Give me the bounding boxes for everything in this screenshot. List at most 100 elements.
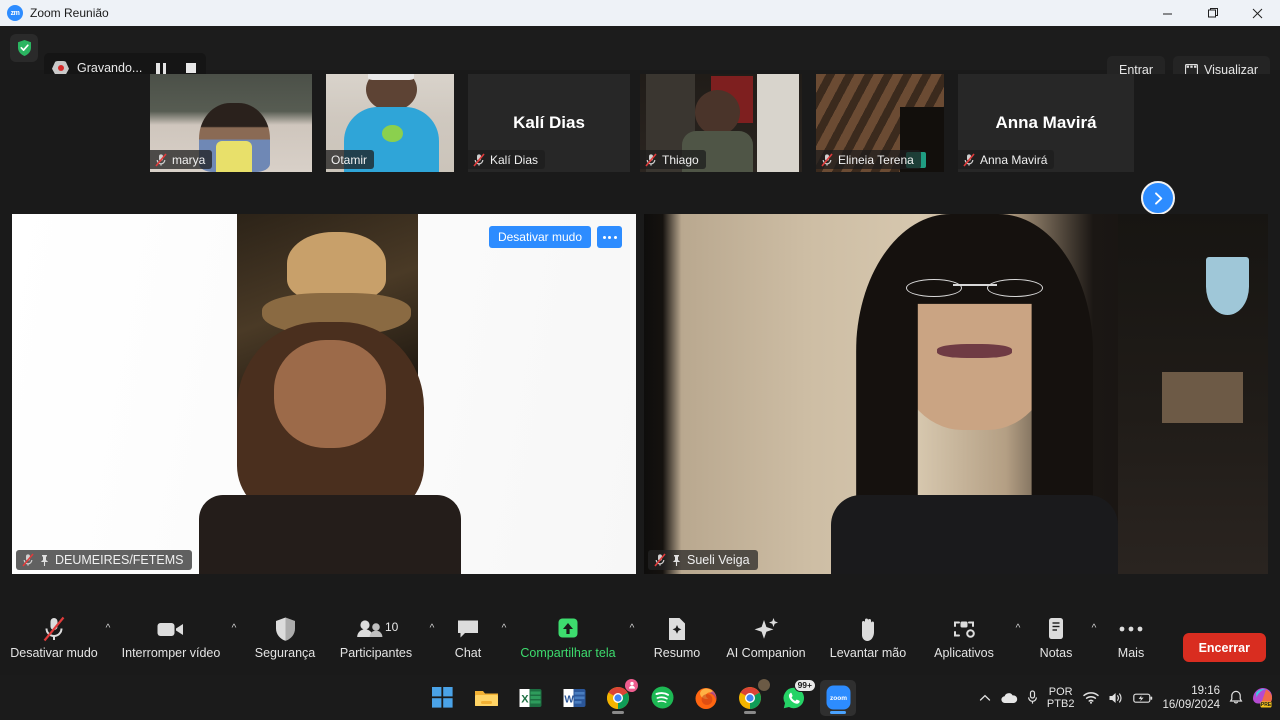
participants-options-chevron-icon[interactable]: ^ <box>424 623 440 634</box>
zoom-logo-icon: zm <box>7 5 23 21</box>
thumbnail-anna-mavira[interactable]: Anna Mavirá Anna Mavirá <box>958 74 1134 172</box>
clock[interactable]: 19:16 16/09/2024 <box>1162 684 1220 712</box>
toolbar-raise-hand-button[interactable]: Levantar mão <box>818 611 918 660</box>
thumbnail-nametag: Kalí Dias <box>468 150 546 169</box>
stage-name: Sueli Veiga <box>687 553 750 567</box>
toolbar-notes-button[interactable]: Notas <box>1026 611 1086 660</box>
close-icon[interactable] <box>1235 0 1280 26</box>
thumbnail-elineia-terena[interactable]: Elineia Terena <box>816 74 944 172</box>
apps-options-chevron-icon[interactable]: ^ <box>1010 623 1026 634</box>
notes-options-chevron-icon[interactable]: ^ <box>1086 623 1102 634</box>
thumbnail-kali-dias[interactable]: Kalí Dias Kalí Dias <box>468 74 630 172</box>
clock-date: 16/09/2024 <box>1162 698 1220 711</box>
toolbar-participants-button[interactable]: 10 Participantes <box>328 611 424 660</box>
thumbnail-nametag: marya <box>150 150 213 169</box>
language-indicator[interactable]: POR PTB2 <box>1047 686 1075 710</box>
toolbar-apps-button[interactable]: Aplicativos <box>918 611 1010 660</box>
toolbar-video-button[interactable]: Interromper vídeo <box>116 611 226 660</box>
end-meeting-button[interactable]: Encerrar <box>1182 633 1266 662</box>
toolbar-ai-companion-button[interactable]: AI Companion <box>714 611 818 660</box>
pin-icon <box>671 554 682 567</box>
toolbar-label: Resumo <box>653 646 701 660</box>
toolbar-label: Aplicativos <box>934 646 994 660</box>
microphone-muted-icon <box>963 152 975 167</box>
share-options-chevron-icon[interactable]: ^ <box>624 623 640 634</box>
battery-icon[interactable] <box>1133 692 1153 704</box>
file-explorer-icon[interactable] <box>468 680 504 716</box>
unmute-button[interactable]: Desativar mudo <box>488 226 591 248</box>
more-options-icon[interactable] <box>597 226 622 248</box>
shield-icon <box>274 614 297 644</box>
toolbar-label: Participantes <box>339 646 413 660</box>
bell-icon[interactable] <box>1229 690 1243 705</box>
microphone-muted-icon <box>155 152 167 167</box>
windows-start-icon[interactable] <box>424 680 460 716</box>
mute-options-chevron-icon[interactable]: ^ <box>100 623 116 634</box>
stage-tile-sueli-veiga[interactable]: Sueli Veiga <box>644 214 1268 574</box>
language-line-2: PTB2 <box>1046 697 1075 710</box>
toolbar-label: Interromper vídeo <box>121 646 221 660</box>
show-hidden-icons-chevron[interactable] <box>979 693 991 703</box>
word-icon[interactable]: W <box>556 680 592 716</box>
firefox-icon[interactable] <box>688 680 724 716</box>
stage-name: DEUMEIRES/FETEMS <box>55 553 184 567</box>
thumbnail-nametag: Anna Mavirá <box>958 150 1055 169</box>
meeting-top-bar: Gravando... Entrar Visualizar <box>0 26 1280 84</box>
apps-grid-icon <box>951 614 977 644</box>
microphone-muted-icon <box>22 553 34 567</box>
onedrive-icon[interactable] <box>1000 692 1018 704</box>
microphone-muted-icon <box>41 614 67 644</box>
wifi-icon[interactable] <box>1083 691 1100 704</box>
toolbar-chat-button[interactable]: Chat <box>440 611 496 660</box>
thumbnail-otamir[interactable]: Otamir <box>326 74 454 172</box>
svg-text:W: W <box>564 694 574 705</box>
whatsapp-icon[interactable]: 99+ <box>776 678 816 716</box>
minimize-icon[interactable] <box>1145 0 1190 26</box>
next-page-arrow-icon[interactable] <box>1141 181 1175 215</box>
toolbar-share-screen-button[interactable]: Compartilhar tela <box>512 611 624 660</box>
toolbar-label: Mais <box>1117 646 1145 660</box>
meeting-toolbar: Desativar mudo ^ Interromper vídeo ^ Seg… <box>0 602 1280 675</box>
security-shield-icon[interactable] <box>10 34 38 62</box>
zoom-taskbar-icon[interactable]: zoom <box>820 679 856 716</box>
svg-text:10: 10 <box>385 620 398 634</box>
thumbnail-nametag: Otamir <box>326 150 374 169</box>
stage-nametag: Sueli Veiga <box>648 550 758 570</box>
taskbar-apps: X W 99+ zoom <box>424 675 856 720</box>
toolbar-mute-button[interactable]: Desativar mudo <box>8 611 100 660</box>
svg-text:PRE: PRE <box>1261 702 1272 708</box>
pin-icon <box>39 554 50 567</box>
toolbar-more-button[interactable]: Mais <box>1102 611 1160 660</box>
thumbnail-name: Otamir <box>331 152 367 167</box>
microphone-icon[interactable] <box>1027 690 1038 705</box>
chrome-profile-icon[interactable] <box>732 677 771 716</box>
chat-options-chevron-icon[interactable]: ^ <box>496 623 512 634</box>
video-options-chevron-icon[interactable]: ^ <box>226 623 242 634</box>
stage-tile-deumeires[interactable]: Desativar mudo DEUMEIRES/FETEMS <box>12 214 636 574</box>
language-line-1: POR <box>1048 685 1073 698</box>
volume-icon[interactable] <box>1108 691 1124 705</box>
chrome-icon[interactable] <box>600 678 638 716</box>
window-controls <box>1145 0 1280 26</box>
spotify-icon[interactable] <box>644 680 680 716</box>
microphone-muted-icon <box>821 152 833 167</box>
toolbar-label: Segurança <box>254 646 316 660</box>
excel-icon[interactable]: X <box>512 680 548 716</box>
participants-icon: 10 <box>354 614 398 644</box>
summary-doc-icon <box>666 614 688 644</box>
toolbar-security-button[interactable]: Segurança <box>242 611 328 660</box>
thumbnail-nametag: Elineia Terena <box>816 150 921 169</box>
toolbar-label: Desativar mudo <box>10 646 98 660</box>
thumbnail-name: Anna Mavirá <box>980 152 1048 167</box>
thumbnail-thiago[interactable]: Thiago <box>640 74 802 172</box>
toolbar-label: Notas <box>1039 646 1073 660</box>
ai-sparkle-icon <box>752 614 780 644</box>
whatsapp-unread-badge: 99+ <box>793 678 816 692</box>
thumbnail-marya[interactable]: marya <box>150 74 312 172</box>
tile-hover-controls: Desativar mudo <box>488 226 622 248</box>
maximize-icon[interactable] <box>1190 0 1235 26</box>
toolbar-label: Chat <box>454 646 482 660</box>
copilot-pre-icon[interactable]: PRE <box>1252 687 1274 709</box>
more-dots-icon <box>1118 614 1144 644</box>
toolbar-summary-button[interactable]: Resumo <box>640 611 714 660</box>
